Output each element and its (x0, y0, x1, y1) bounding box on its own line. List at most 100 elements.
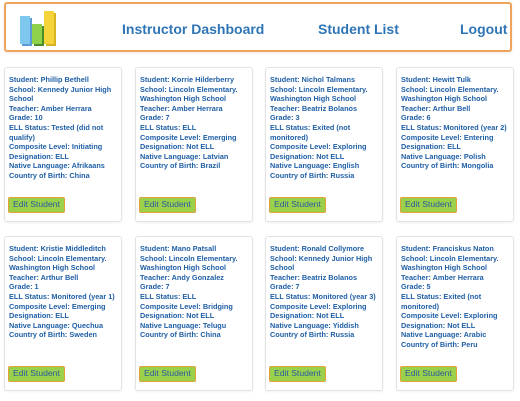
student-name: Student: Korrie Hilderberry (140, 75, 235, 84)
student-info: Student: Hewitt Tulk School: Lincoln Ele… (401, 75, 513, 171)
student-grade: Grade: 7 (140, 282, 170, 292)
student-school: School: Lincoln Elementary. Washington H… (401, 253, 499, 273)
edit-student-button[interactable]: Edit Student (139, 366, 196, 382)
student-composite-level: Composite Level: Bridging (140, 301, 233, 311)
student-designation: Designation: Not ELL (401, 320, 476, 330)
edit-student-button[interactable]: Edit Student (269, 366, 326, 382)
student-composite-level: Composite Level: Exploring (401, 311, 498, 321)
student-grade: Grade: 6 (401, 113, 431, 123)
student-teacher: Teacher: Amber Herrara (401, 272, 484, 282)
student-ell-status: ELL Status: Monitored (year 3) (270, 291, 376, 301)
student-composite-level: Composite Level: Exploring (270, 142, 367, 152)
student-card: Student: Mano Patsall School: Lincoln El… (135, 236, 253, 391)
student-card: Student: Nichol Talmans School: Lincoln … (265, 67, 383, 222)
student-country-of-birth: Country of Birth: Brazil (140, 161, 221, 171)
student-grade: Grade: 5 (401, 282, 431, 292)
student-native-language: Native Language: Arabic (401, 330, 487, 340)
student-info: Student: Phillip Bethell School: Kennedy… (9, 75, 121, 181)
student-school: School: Lincoln Elementary. Washington H… (140, 253, 238, 273)
student-designation: Designation: Not ELL (270, 311, 345, 321)
student-ell-status: ELL Status: Exited (not monitored) (401, 291, 482, 311)
student-school: School: Lincoln Elementary. Washington H… (9, 253, 107, 273)
student-designation: Designation: Not ELL (140, 311, 215, 321)
student-country-of-birth: Country of Birth: Peru (401, 339, 478, 349)
edit-student-button[interactable]: Edit Student (8, 366, 65, 382)
student-country-of-birth: Country of Birth: Russia (270, 170, 355, 180)
student-ell-status: ELL Status: Monitored (year 2) (401, 122, 507, 132)
nav-student-list[interactable]: Student List (318, 21, 399, 37)
student-teacher: Teacher: Arthur Bell (9, 272, 79, 282)
student-name: Student: Franciskus Naton (401, 244, 494, 253)
student-designation: Designation: Not ELL (270, 151, 345, 161)
header-bar: Instructor Dashboard Student List Logout (4, 2, 512, 52)
student-info: Student: Korrie Hilderberry School: Linc… (140, 75, 252, 171)
student-designation: Designation: ELL (9, 311, 69, 321)
student-teacher: Teacher: Arthur Bell (401, 103, 471, 113)
student-name: Student: Kristie Middleditch (9, 244, 106, 253)
student-card: Student: Hewitt Tulk School: Lincoln Ele… (396, 67, 514, 222)
student-composite-level: Composite Level: Initiating (9, 142, 103, 152)
student-country-of-birth: Country of Birth: Mongolia (401, 161, 494, 171)
student-composite-level: Composite Level: Emerging (140, 132, 237, 142)
student-grade: Grade: 7 (270, 282, 300, 292)
nav-instructor-dashboard[interactable]: Instructor Dashboard (122, 21, 264, 37)
student-teacher: Teacher: Amber Herrara (9, 103, 92, 113)
student-country-of-birth: Country of Birth: Sweden (9, 330, 97, 340)
student-country-of-birth: Country of Birth: Russia (270, 330, 355, 340)
student-designation: Designation: ELL (401, 142, 461, 152)
student-info: Student: Mano Patsall School: Lincoln El… (140, 244, 252, 340)
student-info: Student: Ronald Collymore School: Kenned… (270, 244, 382, 340)
student-card: Student: Ronald Collymore School: Kenned… (265, 236, 383, 391)
student-name: Student: Ronald Collymore (270, 244, 365, 253)
student-teacher: Teacher: Amber Herrara (140, 103, 223, 113)
student-info: Student: Nichol Talmans School: Lincoln … (270, 75, 382, 181)
student-teacher: Teacher: Beatriz Bolanos (270, 272, 358, 282)
student-ell-status: ELL Status: ELL (140, 122, 197, 132)
student-grade: Grade: 1 (9, 282, 39, 292)
student-grade: Grade: 10 (9, 113, 43, 123)
student-native-language: Native Language: Quechua (9, 320, 104, 330)
edit-student-button[interactable]: Edit Student (139, 197, 196, 213)
student-composite-level: Composite Level: Exploring (270, 301, 367, 311)
student-composite-level: Composite Level: Emerging (9, 301, 106, 311)
student-school: School: Lincoln Elementary. Washington H… (401, 84, 499, 104)
student-card: Student: Kristie Middleditch School: Lin… (4, 236, 122, 391)
student-name: Student: Phillip Bethell (9, 75, 89, 84)
student-name: Student: Nichol Talmans (270, 75, 356, 84)
student-grade: Grade: 7 (140, 113, 170, 123)
student-info: Student: Kristie Middleditch School: Lin… (9, 244, 121, 340)
student-country-of-birth: Country of Birth: China (140, 330, 221, 340)
student-teacher: Teacher: Andy Gonzalez (140, 272, 224, 282)
student-name: Student: Hewitt Tulk (401, 75, 471, 84)
student-school: School: Kennedy Junior High School (270, 253, 373, 273)
student-designation: Designation: ELL (9, 151, 69, 161)
student-info: Student: Franciskus Naton School: Lincol… (401, 244, 513, 350)
student-name: Student: Mano Patsall (140, 244, 217, 253)
student-school: School: Kennedy Junior High School (9, 84, 112, 104)
student-ell-status: ELL Status: Monitored (year 1) (9, 291, 115, 301)
edit-student-button[interactable]: Edit Student (400, 366, 457, 382)
student-card: Student: Korrie Hilderberry School: Linc… (135, 67, 253, 222)
student-native-language: Native Language: English (270, 161, 360, 171)
student-card: Student: Phillip Bethell School: Kennedy… (4, 67, 122, 222)
student-composite-level: Composite Level: Entering (401, 132, 494, 142)
student-ell-status: ELL Status: Exited (not monitored) (270, 122, 351, 142)
student-native-language: Native Language: Afrikaans (9, 161, 105, 171)
student-grade: Grade: 3 (270, 113, 300, 123)
student-native-language: Native Language: Polish (401, 151, 486, 161)
student-ell-status: ELL Status: Tested (did not qualify) (9, 122, 104, 142)
edit-student-button[interactable]: Edit Student (8, 197, 65, 213)
student-designation: Designation: Not ELL (140, 142, 215, 152)
edit-student-button[interactable]: Edit Student (269, 197, 326, 213)
student-school: School: Lincoln Elementary. Washington H… (270, 84, 368, 104)
student-native-language: Native Language: Yiddish (270, 320, 359, 330)
nav-logout[interactable]: Logout (460, 21, 507, 37)
student-native-language: Native Language: Latvian (140, 151, 229, 161)
edit-student-button[interactable]: Edit Student (400, 197, 457, 213)
student-country-of-birth: Country of Birth: China (9, 170, 90, 180)
student-native-language: Native Language: Telugu (140, 320, 227, 330)
bar-chart-logo-icon[interactable] (18, 10, 58, 48)
student-card: Student: Franciskus Naton School: Lincol… (396, 236, 514, 391)
student-school: School: Lincoln Elementary. Washington H… (140, 84, 238, 104)
student-teacher: Teacher: Beatriz Bolanos (270, 103, 358, 113)
